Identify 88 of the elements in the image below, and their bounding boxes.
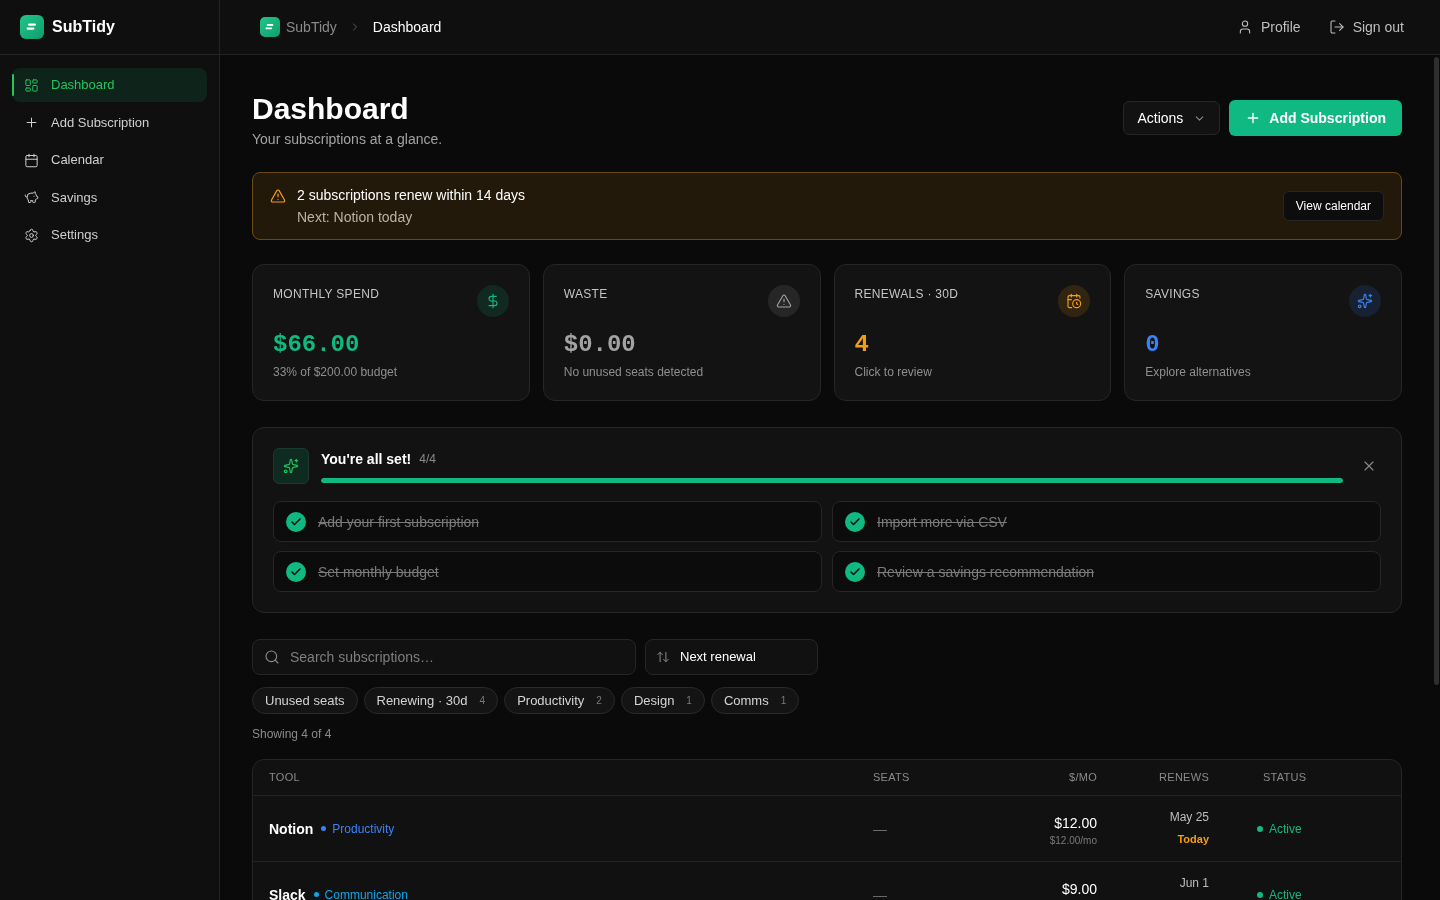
sort-button[interactable]: Next renewal <box>645 639 818 675</box>
stat-label: SAVINGS <box>1145 286 1200 302</box>
sidebar-item[interactable]: Dashboard <box>12 68 207 102</box>
search-icon <box>264 649 280 665</box>
breadcrumb-link[interactable]: SubTidy <box>286 17 337 37</box>
brand-name: SubTidy <box>52 17 115 37</box>
logo-icon <box>260 17 280 37</box>
checklist-item[interactable]: Review a savings recommendation <box>832 551 1381 592</box>
plus-icon <box>24 115 39 130</box>
search-field[interactable]: Search subscriptions… <box>252 639 636 675</box>
calendar-icon <box>24 152 39 168</box>
stat-label: WASTE <box>563 286 608 302</box>
status-label: Active <box>1269 886 1302 900</box>
sign-out-icon <box>1328 19 1345 35</box>
column-header: TOOL <box>269 770 300 786</box>
stat-label: MONTHLY SPEND <box>273 286 380 302</box>
stat-label: RENEWALS · 30D <box>854 286 959 302</box>
stat-card[interactable]: SAVINGS 0 Explore alternatives <box>1124 264 1402 401</box>
stat-caption: 33% of $200.00 budget <box>273 364 398 380</box>
alert-detail: Next: Notion today <box>297 208 413 227</box>
filter-chip[interactable]: Productivity 2 <box>504 687 615 714</box>
view-calendar-button[interactable]: View calendar <box>1282 191 1384 221</box>
stat-caption: No unused seats detected <box>563 364 704 380</box>
status-label: Active <box>1269 820 1302 837</box>
renewal-date: May 25 <box>1169 809 1209 825</box>
page-title: Dashboard <box>252 91 410 127</box>
checklist-title: You're all set! <box>321 450 412 469</box>
header-link[interactable]: Profile <box>1236 17 1301 37</box>
sparkles-icon <box>273 448 309 484</box>
price-text: $12.00 <box>1054 814 1097 833</box>
filter-chip[interactable]: Design 1 <box>620 687 705 714</box>
sidebar-item[interactable]: Add Subscription <box>12 105 207 140</box>
checklist-item-label: Import more via CSV <box>877 512 1007 532</box>
stat-value: 0 <box>1145 330 1160 360</box>
tool-name: Notion <box>269 819 314 839</box>
category-label: Communication <box>324 886 408 900</box>
page-subtitle: Your subscriptions at a glance. <box>252 130 443 149</box>
price-detail: $12.00/mo <box>1049 834 1097 848</box>
column-header: RENEWS <box>1159 770 1209 786</box>
settings-icon <box>24 227 39 243</box>
stat-value: $0.00 <box>563 330 636 360</box>
filter-chip[interactable]: Comms 1 <box>710 687 800 714</box>
sidebar-item[interactable]: Calendar <box>12 143 207 177</box>
table-row[interactable]: Notion Productivity — $12.00 $12.00/mo May 25 Today Active <box>253 796 1401 862</box>
checklist-item[interactable]: Set monthly budget <box>273 551 822 592</box>
sidebar-item[interactable]: Savings <box>12 180 207 215</box>
stat-value: 4 <box>854 330 869 360</box>
checklist-item-label: Add your first subscription <box>318 512 480 532</box>
checklist-item-label: Review a savings recommendation <box>877 562 1095 582</box>
checklist-item[interactable]: Add your first subscription <box>273 501 822 542</box>
stat-card[interactable]: MONTHLY SPEND $66.00 33% of $200.00 budget <box>252 264 530 401</box>
dollar-icon <box>476 285 509 317</box>
tool-name: Slack <box>269 885 306 900</box>
calendar-clock-icon <box>1058 285 1091 317</box>
sidebar-item[interactable]: Settings <box>12 218 207 252</box>
piggy-bank-icon <box>24 190 39 205</box>
column-header: STATUS <box>1263 770 1307 786</box>
seats-cell-text: — <box>873 819 887 839</box>
category-label: Productivity <box>332 820 395 837</box>
filter-chip[interactable]: Renewing · 30d 4 <box>363 687 499 714</box>
dashboard-grid-icon <box>24 77 39 93</box>
actions-menu-button[interactable]: Actions <box>1123 101 1221 135</box>
sparkles-icon <box>1349 285 1381 317</box>
filter-chip[interactable]: Unused seats <box>252 687 358 714</box>
header-link[interactable]: Sign out <box>1328 17 1404 37</box>
checklist-item-label: Set monthly budget <box>318 562 439 582</box>
breadcrumb-current: Dashboard <box>372 18 442 37</box>
checklist-item[interactable]: Import more via CSV <box>832 501 1381 542</box>
checklist-count: 4/4 <box>419 451 436 467</box>
seats-cell-text: — <box>873 885 887 900</box>
stat-caption: Explore alternatives <box>1145 364 1251 380</box>
warning-icon <box>270 188 286 204</box>
column-header: $/MO <box>1069 770 1097 786</box>
result-count: Showing 4 of 4 <box>252 726 332 742</box>
column-header: SEATS <box>873 770 910 786</box>
stat-caption: Click to review <box>854 364 932 380</box>
warning-icon <box>767 285 800 317</box>
alert-title: 2 subscriptions renew within 14 days <box>297 186 525 205</box>
stat-value: $66.00 <box>273 330 360 360</box>
stat-card[interactable]: WASTE $0.00 No unused seats detected <box>542 264 821 401</box>
table-row[interactable]: Slack Communication — $9.00 Jun 1 Active <box>253 862 1401 900</box>
price-text: $9.00 <box>1061 880 1097 899</box>
stat-card[interactable]: RENEWALS · 30D 4 Click to review <box>833 264 1112 401</box>
renewal-due-label: Today <box>1177 832 1209 847</box>
sort-icon <box>656 650 670 664</box>
logo-icon <box>20 15 44 39</box>
renewal-date: Jun 1 <box>1179 875 1209 891</box>
scrollbar-thumb[interactable] <box>1434 57 1439 685</box>
